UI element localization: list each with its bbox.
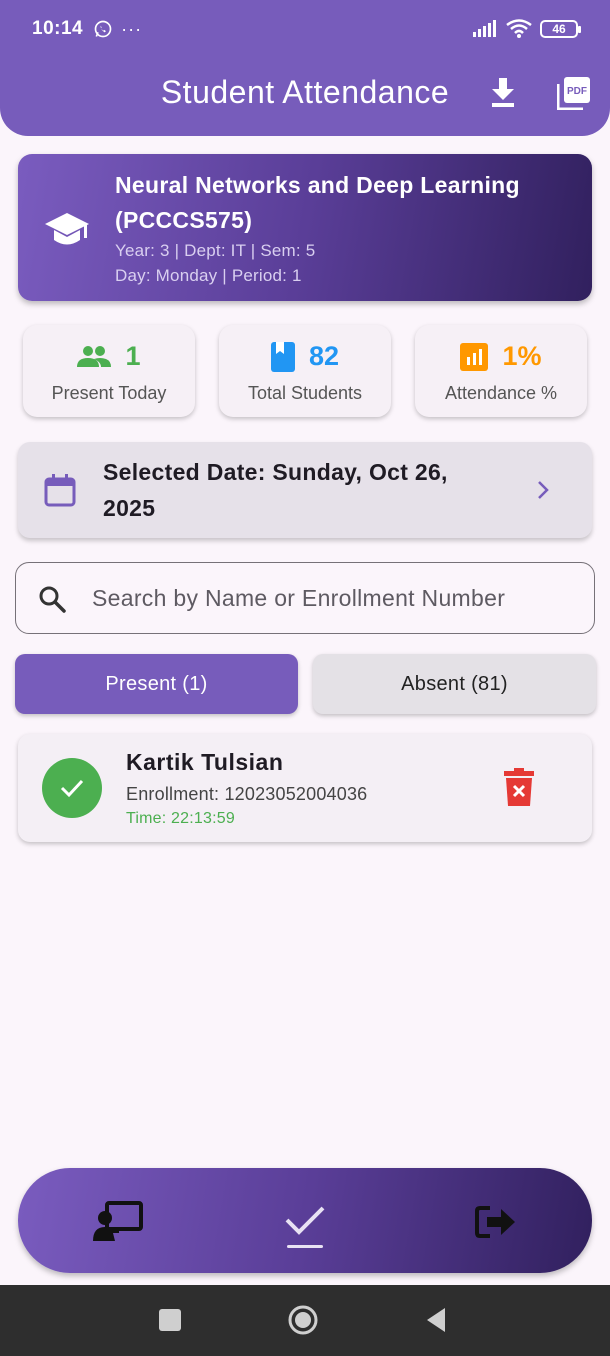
selected-date-text: Selected Date: Sunday, Oct 26, 2025 (103, 459, 448, 521)
people-icon (77, 345, 112, 367)
delete-icon[interactable] (504, 768, 534, 806)
stat-attendance-value: 1% (502, 341, 542, 371)
home-icon[interactable] (286, 1303, 320, 1337)
course-meta-day-period: Day: Monday | Period: 1 (115, 266, 302, 285)
stat-present-label: Present Today (51, 383, 167, 403)
course-card: Neural Networks and Deep Learning (PCCCS… (18, 154, 592, 301)
nav-active-indicator (287, 1245, 323, 1248)
teacher-icon[interactable] (92, 1196, 144, 1248)
book-icon (270, 341, 295, 372)
stat-present-today: 1 Present Today (23, 325, 195, 417)
bottom-navigation (18, 1168, 592, 1273)
tab-absent[interactable]: Absent (81) (313, 654, 596, 714)
date-selector[interactable]: Selected Date: Sunday, Oct 26, 2025 (18, 442, 592, 538)
list-item: Kartik Tulsian Enrollment: 1202305200403… (18, 734, 592, 842)
check-icon[interactable] (279, 1196, 331, 1248)
status-right: 46 (472, 19, 581, 39)
search-input[interactable] (92, 577, 572, 619)
chevron-right-icon (538, 481, 549, 499)
stat-total-students: 82 Total Students (219, 325, 391, 417)
course-name: Neural Networks and Deep Learning (PCCCS… (115, 172, 520, 233)
search-box (15, 562, 595, 634)
present-check-icon (42, 758, 102, 818)
student-time: Time: 22:13:59 (126, 810, 235, 827)
battery-indicator: 46 (540, 20, 581, 38)
signal-icon (473, 20, 496, 37)
course-meta-year-dept-sem: Year: 3 | Dept: IT | Sem: 5 (115, 241, 316, 260)
search-icon (39, 586, 66, 613)
whatsapp-icon (94, 20, 112, 38)
graduation-cap-icon (45, 213, 89, 245)
stat-attendance-percent: 1% Attendance % (415, 325, 587, 417)
pdf-icon-label: PDF (567, 86, 587, 97)
download-icon[interactable] (486, 76, 520, 110)
system-navigation-bar (0, 1285, 610, 1356)
stat-attendance-label: Attendance % (444, 383, 558, 403)
app-header: 10:14 ··· 46 Student Attendance PDF (0, 0, 610, 136)
pdf-icon[interactable]: PDF (557, 76, 591, 110)
student-enrollment: Enrollment: 12023052004036 (126, 784, 368, 804)
logout-icon[interactable] (470, 1196, 522, 1248)
stat-present-value: 1 (125, 341, 141, 371)
back-icon[interactable] (419, 1303, 453, 1337)
stat-total-value: 82 (308, 341, 340, 371)
status-time: 10:14 (32, 18, 84, 39)
tab-present[interactable]: Present (1) (15, 654, 298, 714)
bar-chart-icon (460, 342, 489, 371)
recents-icon[interactable] (153, 1303, 187, 1337)
wifi-icon (506, 19, 532, 38)
student-name: Kartik Tulsian (126, 749, 284, 775)
status-bar: 10:14 ··· 46 (32, 16, 581, 42)
calendar-icon (44, 474, 76, 507)
stat-total-label: Total Students (247, 383, 363, 403)
more-notifications: ··· (121, 18, 143, 39)
